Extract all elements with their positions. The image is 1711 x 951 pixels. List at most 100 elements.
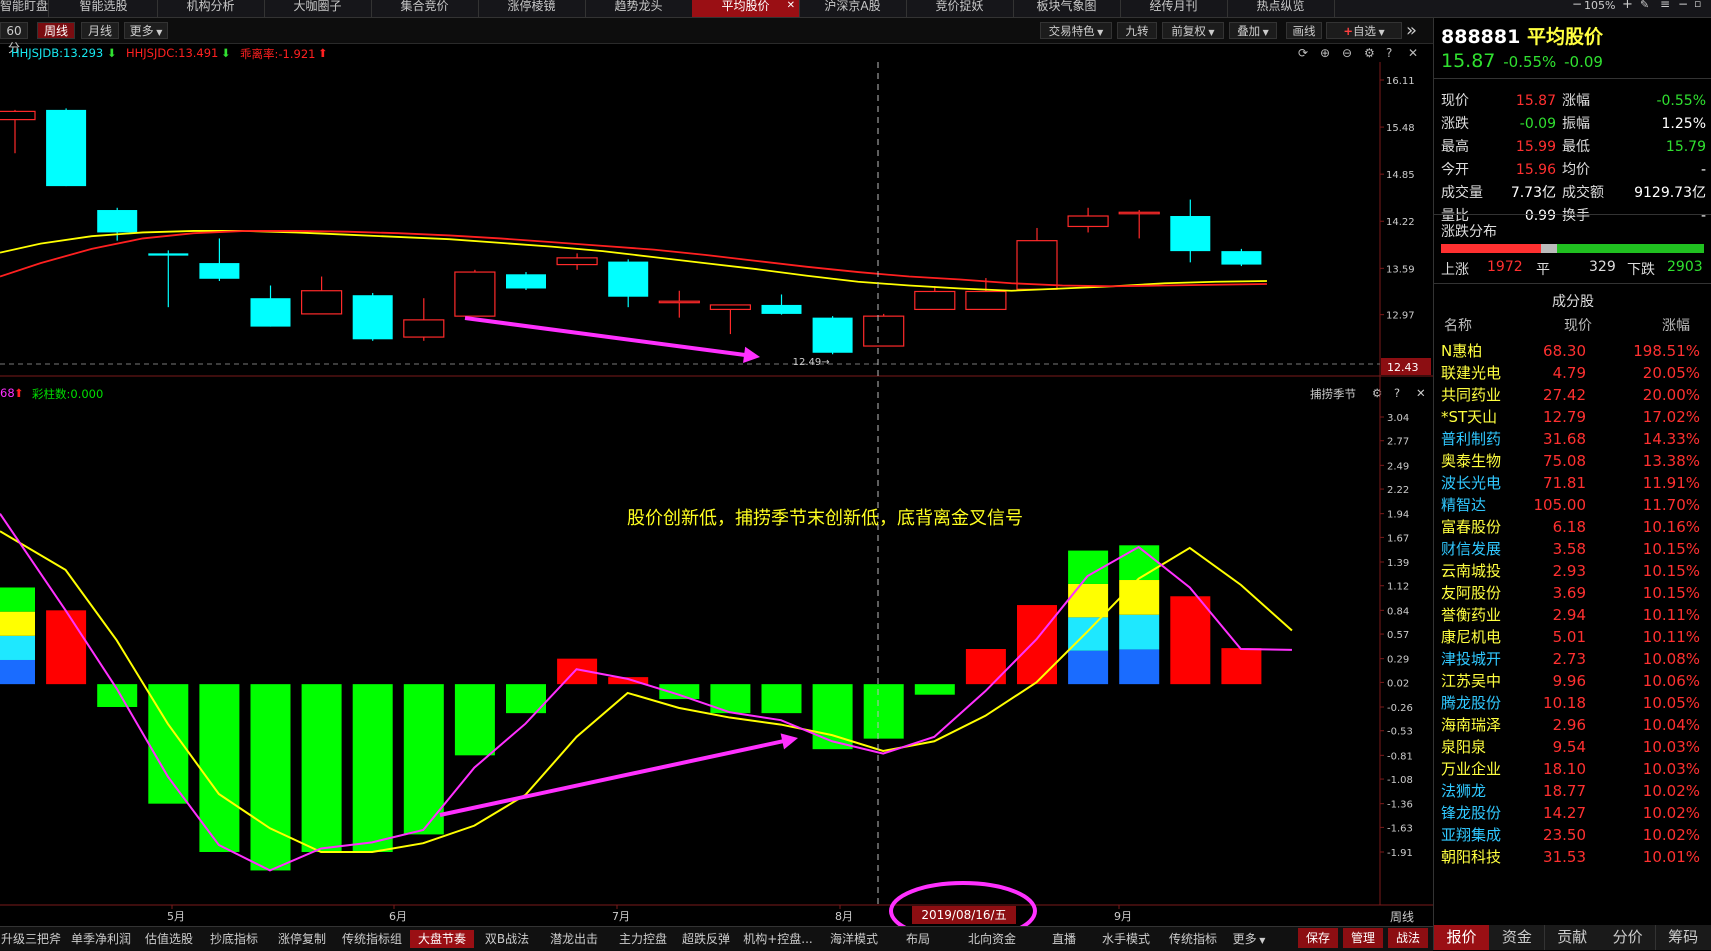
candle[interactable] (1118, 210, 1160, 239)
candle[interactable] (1221, 248, 1262, 267)
candle[interactable] (0, 109, 36, 154)
overlay-dropdown[interactable]: 叠加 ▼ (1229, 22, 1277, 39)
constituent-row[interactable]: 朝阳科技 31.53 10.01% (1434, 845, 1711, 869)
top-tab[interactable]: 机构分析 (157, 0, 265, 17)
constituent-row[interactable]: 奥泰生物 75.08 13.38% (1434, 449, 1711, 473)
edit-icon[interactable]: ✎ (1640, 0, 1649, 11)
minus-icon[interactable]: − (1572, 0, 1582, 11)
candle[interactable] (1170, 199, 1211, 263)
bottom-tab[interactable]: 大盘节奏 (410, 930, 474, 948)
restore-icon[interactable]: ▫ (1694, 0, 1701, 10)
bottom-tab[interactable]: 水手模式 (1092, 930, 1160, 948)
constituent-row[interactable]: 江苏吴中 9.96 10.06% (1434, 669, 1711, 693)
indicator-bar[interactable] (46, 610, 87, 685)
constituent-row[interactable]: 康尼机电 5.01 10.11% (1434, 625, 1711, 649)
constituent-row[interactable]: 波长光电 71.81 11.91% (1434, 471, 1711, 495)
bottom-tab[interactable]: 机构+控盘... (738, 930, 818, 948)
bottom-tab[interactable]: 传统指标 (1164, 930, 1222, 948)
bottom-tab[interactable]: 传统指标组 (338, 930, 406, 948)
candle[interactable] (812, 316, 853, 355)
indicator-bar[interactable] (0, 587, 35, 685)
menu-icon[interactable]: ≡ (1660, 0, 1670, 11)
constituent-row[interactable]: 友阿股份 3.69 10.15% (1434, 581, 1711, 605)
candle[interactable] (914, 286, 956, 311)
watchlist-dropdown[interactable]: +自选 ▼ (1326, 22, 1402, 39)
candle[interactable] (46, 108, 87, 187)
constituent-row[interactable]: 云南城投 2.93 10.15% (1434, 559, 1711, 583)
period-more[interactable]: 更多 ▼ (124, 22, 168, 39)
indicator-bar[interactable] (1017, 605, 1057, 685)
constituent-row[interactable]: 万业企业 18.10 10.03% (1434, 757, 1711, 781)
indicator-bar[interactable] (1170, 596, 1211, 685)
constituent-row[interactable]: 联建光电 4.79 20.05% (1434, 361, 1711, 385)
constituent-row[interactable]: N惠柏 68.30 198.51% (1434, 339, 1711, 363)
remove-pane-icon[interactable]: ⊖ (1342, 46, 1352, 60)
period-weekly[interactable]: 周线 (37, 22, 75, 39)
right-tab[interactable]: 报价 (1434, 925, 1490, 950)
save-button[interactable]: 保存 (1298, 928, 1338, 948)
candle[interactable] (506, 272, 546, 290)
candle[interactable] (403, 298, 445, 341)
constituent-row[interactable]: 财信发展 3.58 10.15% (1434, 537, 1711, 561)
minimize-icon[interactable]: − (1678, 0, 1688, 11)
bottom-tab[interactable]: 北向资金 (950, 930, 1034, 948)
draw-line-button[interactable]: 画线 (1286, 22, 1322, 39)
bottom-tab[interactable]: 更多 ▼ (1226, 930, 1272, 948)
nine-turn-button[interactable]: 九转 (1117, 22, 1157, 39)
strategy-button[interactable]: 战法 (1388, 928, 1428, 948)
top-tab[interactable]: 集合竞价 (371, 0, 479, 17)
constituent-row[interactable]: 海南瑞泽 2.96 10.04% (1434, 713, 1711, 737)
indicator-bar[interactable] (1221, 648, 1262, 685)
indicator-bar[interactable] (659, 684, 700, 700)
candle[interactable] (863, 313, 905, 347)
candle[interactable] (761, 294, 802, 315)
constituent-row[interactable]: 泉阳泉 9.54 10.03% (1434, 735, 1711, 759)
candle[interactable] (199, 238, 240, 282)
bottom-tab[interactable]: 涨停复制 (270, 930, 334, 948)
gear-icon[interactable]: ⚙ (1364, 46, 1375, 60)
right-tab[interactable]: 筹码 (1655, 925, 1711, 950)
close-tab-icon[interactable]: ✕ (787, 0, 795, 12)
indicator-bar[interactable] (761, 684, 802, 714)
bottom-tab[interactable]: 布局 (890, 930, 946, 948)
constituent-row[interactable]: *ST天山 12.79 17.02% (1434, 405, 1711, 429)
bottom-tab[interactable]: 超跌反弹 (678, 930, 734, 948)
candle[interactable] (709, 304, 752, 335)
indicator-bar[interactable] (454, 684, 495, 756)
constituent-row[interactable]: 法狮龙 18.77 10.02% (1434, 779, 1711, 803)
bottom-tab[interactable]: 估值选股 (140, 930, 198, 948)
candle[interactable] (352, 292, 393, 341)
candle[interactable] (1016, 227, 1058, 290)
expand-icon[interactable]: » (1406, 20, 1417, 41)
top-tab[interactable]: 趋势龙头 (585, 0, 693, 17)
indicator-bar[interactable] (863, 684, 904, 739)
bottom-tab[interactable]: 抄底指标 (202, 930, 266, 948)
help-icon[interactable]: ? (1386, 46, 1392, 60)
adjust-dropdown[interactable]: 前复权 ▼ (1162, 22, 1224, 39)
chart-canvas[interactable]: 16.11 15.48 14.85 14.22 13.59 12.97 12.43 3.04 2… (0, 62, 1433, 926)
add-pane-icon[interactable]: ⊕ (1320, 46, 1330, 60)
right-tab[interactable]: 资金 (1489, 925, 1546, 950)
indicator-bar[interactable] (1119, 545, 1160, 685)
indicator-bar[interactable] (710, 684, 751, 714)
bottom-tab[interactable]: 单季净利润 (66, 930, 136, 948)
top-tab[interactable]: 板块气象图 (1013, 0, 1121, 17)
constituent-row[interactable]: 亚翔集成 23.50 10.02% (1434, 823, 1711, 847)
plus-icon[interactable]: + (1622, 0, 1633, 12)
indicator-bar[interactable] (914, 684, 955, 695)
top-tab[interactable]: 大咖圈子 (264, 0, 372, 17)
top-tab[interactable]: 热点纵览 (1227, 0, 1335, 17)
constituent-row[interactable]: 共同药业 27.42 20.00% (1434, 383, 1711, 407)
bottom-tab[interactable]: 潜龙出击 (540, 930, 608, 948)
candle[interactable] (1067, 207, 1109, 233)
bottom-tab[interactable]: 海洋模式 (822, 930, 886, 948)
top-tab[interactable]: 涨停棱镜 (478, 0, 586, 17)
constituent-row[interactable]: 腾龙股份 10.18 10.05% (1434, 691, 1711, 715)
top-tab[interactable]: 竞价捉妖 (906, 0, 1014, 17)
bottom-tab[interactable]: 双B战法 (478, 930, 536, 948)
indicator-bar[interactable] (301, 684, 342, 852)
candle[interactable] (608, 259, 649, 308)
constituent-row[interactable]: 普利制药 31.68 14.33% (1434, 427, 1711, 451)
close-icon[interactable]: ✕ (1408, 46, 1418, 60)
bottom-tab[interactable]: 主力控盘 (612, 930, 674, 948)
